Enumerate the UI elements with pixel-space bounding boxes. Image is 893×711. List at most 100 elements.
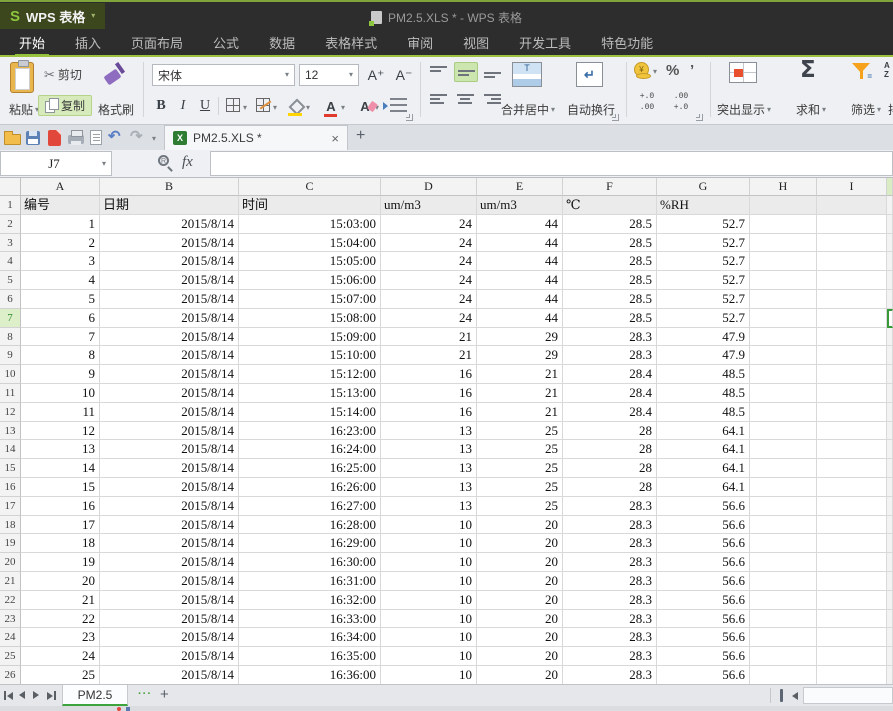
cell-J19[interactable] [887, 534, 893, 553]
cell-J11[interactable] [887, 384, 893, 403]
cell-C8[interactable]: 15:09:00 [239, 328, 381, 347]
cell-E13[interactable]: 25 [477, 422, 563, 441]
sort-button[interactable]: 排序 [878, 101, 893, 118]
cell-J3[interactable] [887, 234, 893, 253]
row-header-25[interactable]: 25 [0, 647, 21, 666]
cell-H22[interactable] [750, 591, 817, 610]
cell-D15[interactable]: 13 [381, 459, 477, 478]
cell-H20[interactable] [750, 553, 817, 572]
cell-H4[interactable] [750, 252, 817, 271]
cell-D24[interactable]: 10 [381, 628, 477, 647]
cell-D12[interactable]: 16 [381, 403, 477, 422]
cell-A4[interactable]: 3 [21, 252, 100, 271]
cell-F8[interactable]: 28.3 [563, 328, 657, 347]
cell-C11[interactable]: 15:13:00 [239, 384, 381, 403]
cell-J1[interactable] [887, 196, 893, 215]
cell-E4[interactable]: 44 [477, 252, 563, 271]
cell-F23[interactable]: 28.3 [563, 610, 657, 629]
cell-A24[interactable]: 23 [21, 628, 100, 647]
cell-G8[interactable]: 47.9 [657, 328, 750, 347]
cell-J15[interactable] [887, 459, 893, 478]
cell-J26[interactable] [887, 666, 893, 684]
cell-J25[interactable] [887, 647, 893, 666]
increase-font-size-button[interactable]: A⁺ [364, 64, 388, 86]
row-header-19[interactable]: 19 [0, 534, 21, 553]
cell-I2[interactable] [817, 215, 887, 234]
row-header-13[interactable]: 13 [0, 422, 21, 441]
align-left-button[interactable] [427, 90, 451, 110]
cell-A25[interactable]: 24 [21, 647, 100, 666]
cell-E24[interactable]: 20 [477, 628, 563, 647]
export-pdf-icon[interactable] [48, 130, 61, 146]
cell-C25[interactable]: 16:35:00 [239, 647, 381, 666]
draw-border-button[interactable] [256, 98, 270, 112]
cell-H8[interactable] [750, 328, 817, 347]
cell-A10[interactable]: 9 [21, 365, 100, 384]
cell-J4[interactable] [887, 252, 893, 271]
cell-C21[interactable]: 16:31:00 [239, 572, 381, 591]
cell-H2[interactable] [750, 215, 817, 234]
increase-indent-button[interactable] [390, 98, 407, 113]
cell-J8[interactable] [887, 328, 893, 347]
cell-H10[interactable] [750, 365, 817, 384]
row-header-16[interactable]: 16 [0, 478, 21, 497]
cell-E1[interactable]: um/m3 [477, 196, 563, 215]
cell-F6[interactable]: 28.5 [563, 290, 657, 309]
cell-D7[interactable]: 24 [381, 309, 477, 328]
cell-I4[interactable] [817, 252, 887, 271]
cell-F19[interactable]: 28.3 [563, 534, 657, 553]
cell-A12[interactable]: 11 [21, 403, 100, 422]
sheet-tab-pm25[interactable]: PM2.5 [62, 685, 128, 706]
cell-B1[interactable]: 日期 [100, 196, 239, 215]
fill-color-button[interactable]: ▾ [288, 97, 318, 119]
cell-D21[interactable]: 10 [381, 572, 477, 591]
cell-I8[interactable] [817, 328, 887, 347]
menu-数据[interactable]: 数据 [254, 30, 310, 57]
cell-A15[interactable]: 14 [21, 459, 100, 478]
horizontal-scrollbar-track[interactable] [803, 687, 893, 704]
open-file-icon[interactable] [4, 134, 21, 145]
cell-H14[interactable] [750, 440, 817, 459]
cell-E17[interactable]: 25 [477, 497, 563, 516]
cell-G15[interactable]: 64.1 [657, 459, 750, 478]
cell-G14[interactable]: 64.1 [657, 440, 750, 459]
merge-center-icon[interactable] [512, 62, 542, 87]
magnifier-icon[interactable]: R [158, 155, 169, 166]
cell-B19[interactable]: 2015/8/14 [100, 534, 239, 553]
menu-开发工具[interactable]: 开发工具 [504, 30, 586, 57]
cell-G25[interactable]: 56.6 [657, 647, 750, 666]
add-sheet-button[interactable]: + [160, 686, 169, 703]
bold-button[interactable]: B [150, 95, 172, 116]
cell-D8[interactable]: 21 [381, 328, 477, 347]
cell-F16[interactable]: 28 [563, 478, 657, 497]
cell-I20[interactable] [817, 553, 887, 572]
cell-A11[interactable]: 10 [21, 384, 100, 403]
row-header-15[interactable]: 15 [0, 459, 21, 478]
cell-D20[interactable]: 10 [381, 553, 477, 572]
cell-I21[interactable] [817, 572, 887, 591]
cell-B25[interactable]: 2015/8/14 [100, 647, 239, 666]
cell-H3[interactable] [750, 234, 817, 253]
cell-J16[interactable] [887, 478, 893, 497]
cell-I6[interactable] [817, 290, 887, 309]
decrease-font-size-button[interactable]: A⁻ [392, 64, 416, 86]
italic-button[interactable]: I [172, 95, 194, 116]
column-header-F[interactable]: F [563, 178, 657, 196]
cell-D25[interactable]: 10 [381, 647, 477, 666]
cell-G23[interactable]: 56.6 [657, 610, 750, 629]
cell-H11[interactable] [750, 384, 817, 403]
cell-A23[interactable]: 22 [21, 610, 100, 629]
cell-G13[interactable]: 64.1 [657, 422, 750, 441]
cell-J5[interactable] [887, 271, 893, 290]
cell-E23[interactable]: 20 [477, 610, 563, 629]
cell-D19[interactable]: 10 [381, 534, 477, 553]
sheet-first-button[interactable] [4, 691, 13, 700]
cell-C7[interactable]: 15:08:00 [239, 309, 381, 328]
select-all-corner[interactable] [0, 178, 21, 196]
decrease-decimal-button[interactable]: .00+.0 [666, 91, 696, 115]
sort-icon[interactable]: AZ [884, 62, 893, 80]
cell-D22[interactable]: 10 [381, 591, 477, 610]
cell-G26[interactable]: 56.6 [657, 666, 750, 684]
cell-J24[interactable] [887, 628, 893, 647]
cell-D18[interactable]: 10 [381, 516, 477, 535]
